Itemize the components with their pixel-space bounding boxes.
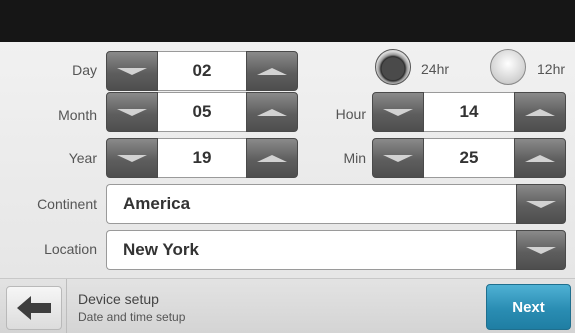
month-label: Month	[58, 107, 97, 123]
footer-divider	[66, 279, 67, 333]
year-spinner: 19	[106, 138, 298, 178]
month-value: 05	[158, 92, 246, 132]
top-bar	[0, 0, 575, 42]
format-12hr-label: 12hr	[537, 61, 566, 77]
day-value: 02	[158, 51, 246, 91]
triangle-up-icon	[257, 154, 287, 162]
month-spinner: 05	[106, 92, 298, 132]
min-value: 25	[424, 138, 514, 178]
year-value: 19	[158, 138, 246, 178]
footer-subtitle: Date and time setup	[78, 310, 186, 324]
year-label: Year	[68, 150, 97, 166]
format-24hr-label: 24hr	[421, 61, 450, 77]
date-time-form: Day 02 Month 05 Year 19 24hr 12hr Hour 1…	[0, 42, 575, 278]
footer-title: Device setup	[78, 291, 159, 307]
hour-increment-button[interactable]	[514, 92, 566, 132]
year-increment-button[interactable]	[246, 138, 298, 178]
triangle-down-icon	[383, 108, 413, 116]
back-button[interactable]	[6, 286, 62, 330]
footer-bar: Device setup Date and time setup Next	[0, 278, 575, 333]
triangle-up-icon	[525, 108, 555, 116]
triangle-down-icon	[526, 246, 556, 254]
triangle-up-icon	[257, 108, 287, 116]
triangle-down-icon	[383, 154, 413, 162]
day-spinner: 02	[106, 51, 298, 91]
format-24hr-radio[interactable]	[375, 49, 411, 85]
triangle-down-icon	[526, 200, 556, 208]
hour-value: 14	[424, 92, 514, 132]
arrow-left-icon	[17, 296, 51, 320]
triangle-down-icon	[117, 154, 147, 162]
location-value: New York	[106, 230, 516, 270]
month-increment-button[interactable]	[246, 92, 298, 132]
continent-dropdown-button[interactable]	[516, 184, 566, 224]
hour-spinner: 14	[372, 92, 566, 132]
triangle-up-icon	[525, 154, 555, 162]
year-decrement-button[interactable]	[106, 138, 158, 178]
triangle-down-icon	[117, 108, 147, 116]
day-label: Day	[72, 62, 97, 78]
hour-label: Hour	[335, 106, 366, 122]
continent-dropdown[interactable]: America	[106, 184, 566, 224]
continent-value: America	[106, 184, 516, 224]
day-increment-button[interactable]	[246, 51, 298, 91]
hour-decrement-button[interactable]	[372, 92, 424, 132]
continent-label: Continent	[37, 196, 97, 212]
min-label: Min	[343, 150, 366, 166]
format-12hr-radio[interactable]	[490, 49, 526, 85]
triangle-down-icon	[117, 67, 147, 75]
month-decrement-button[interactable]	[106, 92, 158, 132]
location-dropdown-button[interactable]	[516, 230, 566, 270]
location-dropdown[interactable]: New York	[106, 230, 566, 270]
location-label: Location	[44, 241, 97, 257]
triangle-up-icon	[257, 67, 287, 75]
min-spinner: 25	[372, 138, 566, 178]
next-button[interactable]: Next	[486, 284, 571, 330]
min-decrement-button[interactable]	[372, 138, 424, 178]
min-increment-button[interactable]	[514, 138, 566, 178]
day-decrement-button[interactable]	[106, 51, 158, 91]
